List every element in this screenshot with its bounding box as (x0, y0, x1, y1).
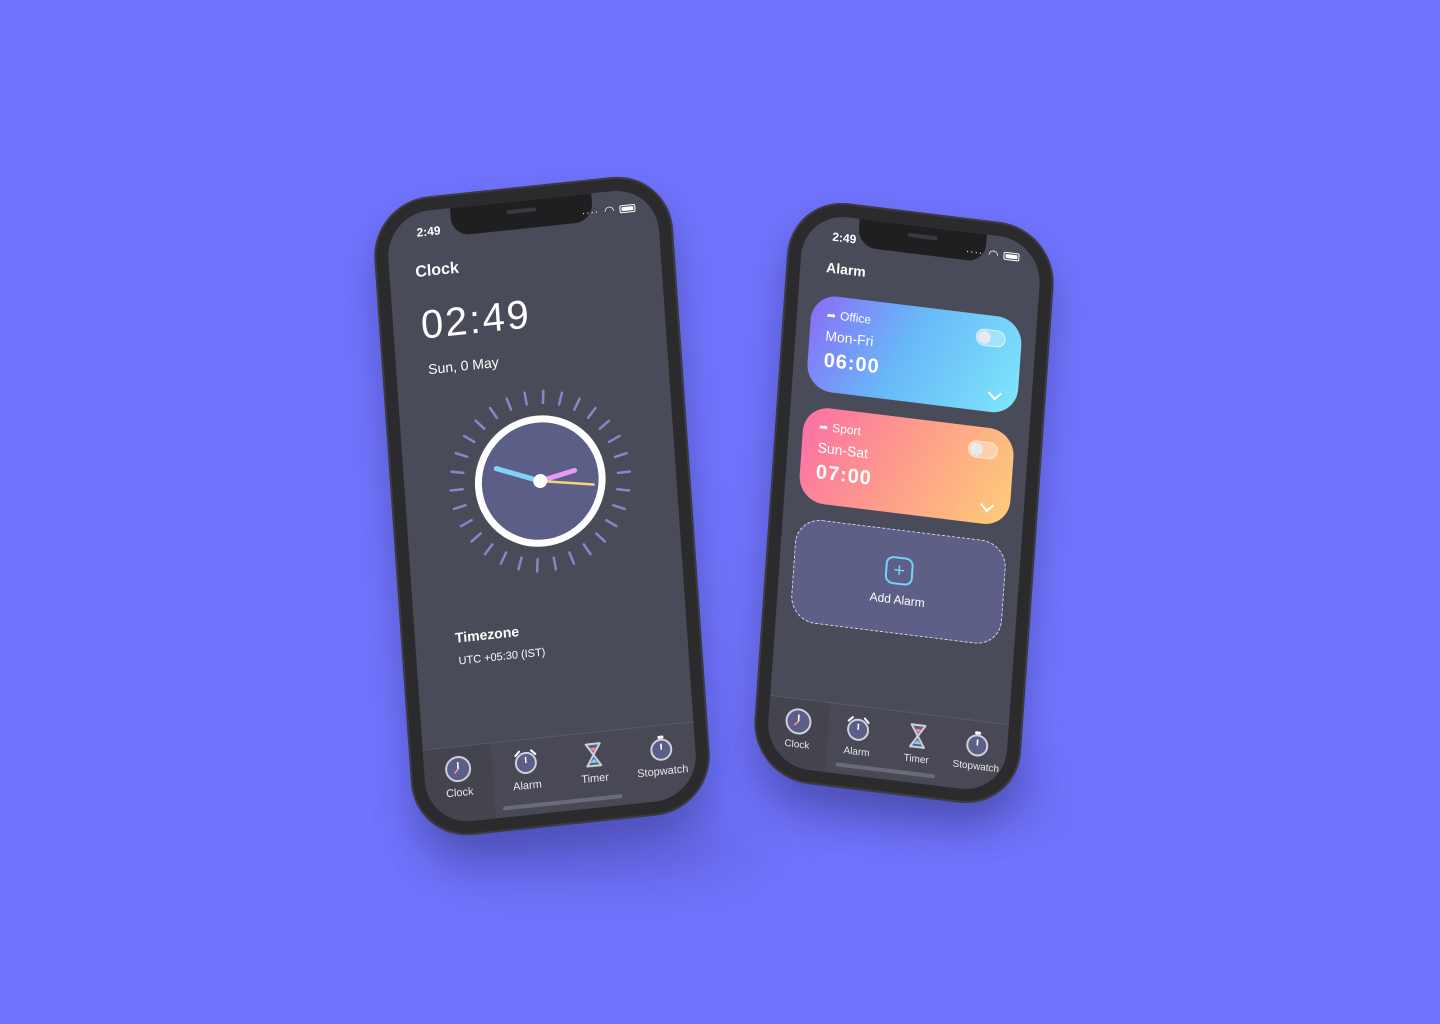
wifi-icon: ◠ (987, 246, 1000, 263)
clock-tick (535, 558, 539, 573)
clock-tick (598, 419, 611, 430)
clock-tick (612, 504, 626, 511)
clock-tick (450, 470, 465, 475)
clock-tick (454, 451, 469, 459)
battery-icon (1003, 251, 1020, 262)
clock-tick (594, 532, 607, 543)
alarm-icon (514, 749, 537, 774)
clock-tick (449, 487, 464, 492)
status-time: 2:49 (416, 223, 442, 240)
tab-stopwatch[interactable]: Stopwatch (626, 722, 699, 804)
clock-tick (613, 451, 628, 459)
clock-tick (462, 434, 476, 444)
status-time: 2:49 (831, 229, 857, 247)
share-icon: ➦ (818, 420, 829, 434)
alarm-screen: 2:49 ···· ◠ Alarm ➦ Office Mon-Fri 06:00… (765, 212, 1043, 794)
clock-tick (607, 434, 621, 444)
tab-clock[interactable]: Clock (422, 743, 496, 826)
digital-time: 02:49 (419, 292, 533, 348)
clock-tick (517, 556, 523, 571)
phone-clock: 2:49 ···· ◠ Clock 02:49 Sun, 0 May Timez… (370, 171, 714, 841)
analog-clock (449, 389, 632, 573)
add-alarm-button[interactable]: + Add Alarm (789, 516, 1008, 647)
tab-stopwatch[interactable]: Stopwatch (944, 718, 1008, 794)
clock-tick (605, 518, 618, 528)
tab-clock[interactable]: Clock (765, 695, 830, 773)
page-title: Alarm (825, 259, 867, 280)
page-title: Clock (414, 259, 460, 282)
tab-label: Timer (580, 771, 610, 787)
tab-label: Alarm (843, 745, 870, 760)
tab-label: Alarm (512, 778, 543, 794)
clock-tick (483, 543, 494, 556)
phone-alarm: 2:49 ···· ◠ Alarm ➦ Office Mon-Fri 06:00… (750, 196, 1058, 810)
clock-tick (552, 556, 558, 571)
clock-tick (541, 389, 545, 405)
clock-screen: 2:49 ···· ◠ Clock 02:49 Sun, 0 May Timez… (385, 186, 699, 826)
tab-label: Clock (445, 785, 474, 801)
clock-tick (582, 543, 592, 556)
clock-tick (452, 503, 467, 511)
clock-tick (459, 518, 473, 528)
tab-label: Stopwatch (636, 762, 689, 781)
clock-tick (568, 551, 576, 565)
alarm-icon (847, 716, 870, 741)
alarm-card-office[interactable]: ➦ Office Mon-Fri 06:00 (805, 293, 1024, 416)
alarm-toggle[interactable] (967, 439, 999, 461)
clock-tick (499, 551, 508, 565)
clock-tick (488, 406, 498, 420)
alarm-card-sport[interactable]: ➦ Sport Sun-Sat 07:00 (797, 405, 1016, 527)
notch (450, 193, 594, 237)
stopwatch-icon (650, 735, 673, 761)
clock-tick (573, 397, 581, 411)
share-icon: ➦ (826, 308, 837, 323)
tab-bar: Clock Alarm Timer Stopwatch (422, 721, 699, 826)
clock-tick (616, 470, 632, 475)
clock-tick (470, 532, 482, 543)
clock-tick (557, 391, 564, 406)
date-text: Sun, 0 May (427, 353, 500, 378)
tab-label: Timer (903, 752, 930, 767)
clock-tick (474, 419, 486, 430)
alarm-name: Sport (831, 420, 862, 439)
hourglass-icon (909, 723, 927, 749)
stopwatch-icon (966, 731, 989, 757)
clock-tick (505, 397, 513, 411)
alarm-toggle[interactable] (975, 327, 1007, 349)
clock-icon (445, 756, 472, 783)
status-icons: ···· ◠ (965, 244, 1020, 265)
plus-icon: + (884, 555, 915, 587)
wifi-icon: ◠ (603, 202, 616, 219)
hourglass-icon (584, 742, 603, 768)
tab-bar: Clock Alarm Timer Stopwatch (765, 694, 1009, 794)
add-alarm-label: Add Alarm (869, 589, 926, 611)
clock-tick (616, 488, 631, 492)
battery-icon (619, 203, 636, 214)
timezone-value: UTC +05:30 (IST) (458, 646, 546, 668)
clock-tick (586, 406, 597, 420)
clock-icon (785, 708, 812, 735)
signal-icon: ···· (965, 245, 984, 259)
alarm-name: Office (839, 309, 872, 327)
signal-icon: ···· (581, 206, 600, 219)
tab-label: Clock (784, 737, 810, 752)
tab-label: Stopwatch (952, 758, 1000, 776)
clock-tick (523, 391, 528, 406)
timezone-title: Timezone (454, 623, 520, 646)
